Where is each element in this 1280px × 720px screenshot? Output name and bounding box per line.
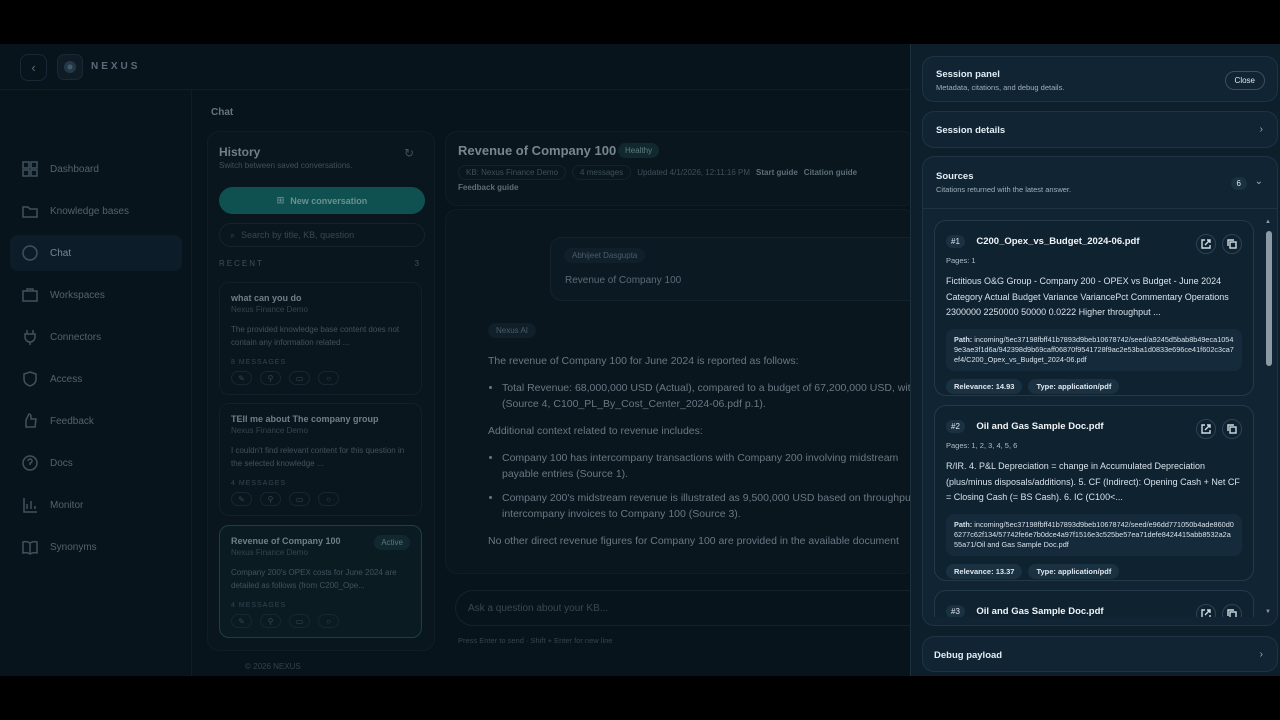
modal-backdrop[interactable] xyxy=(0,44,910,676)
type-badge: Type: application/pdf xyxy=(1028,563,1120,579)
copy-icon[interactable] xyxy=(1222,234,1242,254)
source-number: #3 xyxy=(946,605,965,617)
type-badge: Type: application/pdf xyxy=(1028,378,1120,394)
session-details-title: Session details xyxy=(936,125,1006,136)
open-external-icon[interactable] xyxy=(1196,604,1216,617)
source-title: Oil and Gas Sample Doc.pdf xyxy=(976,606,1104,617)
session-panel-title: Session panel xyxy=(936,69,1000,80)
source-card: #3 Oil and Gas Sample Doc.pdf xyxy=(934,590,1254,617)
debug-payload-title: Debug payload xyxy=(934,650,1003,661)
chevron-down-icon[interactable]: ⌄ xyxy=(1255,176,1263,187)
scroll-down-icon[interactable]: ▼ xyxy=(1265,609,1271,615)
session-panel-subtitle: Metadata, citations, and debug details. xyxy=(936,83,1065,92)
source-pages: Pages: 1, 2, 3, 4, 5, 6 xyxy=(946,441,1018,450)
source-title: C200_Opex_vs_Budget_2024-06.pdf xyxy=(976,236,1140,247)
source-number: #2 xyxy=(946,420,965,433)
open-external-icon[interactable] xyxy=(1196,419,1216,439)
source-pages: Pages: 1 xyxy=(946,256,976,265)
session-panel-header: Session panel Metadata, citations, and d… xyxy=(922,56,1278,102)
open-external-icon[interactable] xyxy=(1196,234,1216,254)
app-screen: ‹ NEXUS Dashboard Knowledge bases Chat W… xyxy=(0,44,1280,676)
relevance-badge: Relevance: 13.37 xyxy=(946,563,1023,579)
session-details-section[interactable]: Session details › xyxy=(922,111,1278,148)
sources-list[interactable]: #1 C200_Opex_vs_Budget_2024-06.pdf Pages… xyxy=(934,217,1254,617)
sources-scrollbar[interactable]: ▲ ▼ xyxy=(1265,219,1273,615)
session-panel: Session panel Metadata, citations, and d… xyxy=(910,44,1280,676)
scrollbar-thumb[interactable] xyxy=(1266,231,1272,366)
sources-title: Sources xyxy=(936,171,974,182)
source-number: #1 xyxy=(946,235,965,248)
source-card: #1 C200_Opex_vs_Budget_2024-06.pdf Pages… xyxy=(934,220,1254,396)
source-card: #2 Oil and Gas Sample Doc.pdf Pages: 1, … xyxy=(934,405,1254,581)
source-path: Path: incoming/5ec37198fbff41b7893d9beb1… xyxy=(946,513,1242,556)
chevron-right-icon: › xyxy=(1259,124,1263,135)
chevron-right-icon: › xyxy=(1259,649,1263,660)
close-button[interactable]: Close xyxy=(1224,71,1265,90)
sources-section: Sources Citations returned with the late… xyxy=(922,156,1278,626)
scroll-up-icon[interactable]: ▲ xyxy=(1265,219,1271,225)
debug-payload-section[interactable]: Debug payload › xyxy=(922,636,1278,672)
source-title: Oil and Gas Sample Doc.pdf xyxy=(976,421,1104,432)
sources-count-badge: 6 xyxy=(1230,177,1247,190)
copy-icon[interactable] xyxy=(1222,419,1242,439)
source-excerpt: Fictitious O&G Group - Company 200 - OPE… xyxy=(946,276,1229,317)
copy-icon[interactable] xyxy=(1222,604,1242,617)
source-excerpt: R/IR. 4. P&L Depreciation = change in Ac… xyxy=(946,461,1240,502)
sources-subtitle: Citations returned with the latest answe… xyxy=(936,185,1072,194)
source-path: Path: incoming/5ec37198fbff41b7893d9beb1… xyxy=(946,328,1242,371)
relevance-badge: Relevance: 14.93 xyxy=(946,378,1023,394)
